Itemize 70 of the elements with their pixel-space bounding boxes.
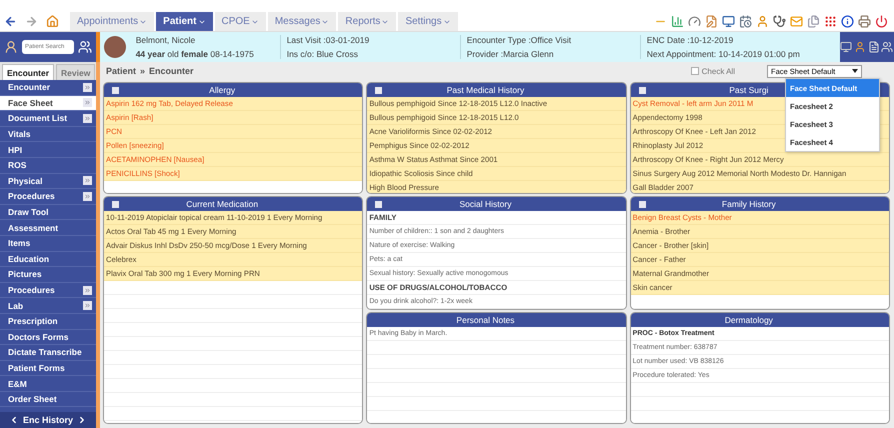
enc-history-bar[interactable]: Enc History <box>0 412 96 428</box>
panel-header: Past Medical History <box>367 83 626 97</box>
sidebar-item[interactable]: Encounter <box>0 80 96 96</box>
panel-header: Personal Notes <box>367 313 626 327</box>
check-all-checkbox[interactable] <box>690 67 699 75</box>
caret-icon <box>852 69 858 73</box>
patient-field: Ins c/o: Blue Cross <box>286 49 454 59</box>
patient-field: Encounter Type :Office Visit <box>466 35 634 45</box>
menu-item[interactable]: Appointments <box>70 12 154 31</box>
breadcrumb-separator: » <box>140 66 146 76</box>
panel-checkbox[interactable] <box>638 200 646 208</box>
expand-icon[interactable] <box>83 98 92 108</box>
monitor-icon[interactable] <box>722 15 735 28</box>
expand-icon[interactable] <box>83 286 92 295</box>
sidebar-item[interactable]: Document List <box>0 111 96 127</box>
stethoscope-icon[interactable] <box>773 15 786 28</box>
user-icon[interactable] <box>4 40 18 54</box>
user-icon[interactable] <box>854 41 866 53</box>
users-icon[interactable] <box>881 41 894 53</box>
documents-icon[interactable] <box>807 15 820 28</box>
patient-field: ENC Date :10-12-2019 <box>646 35 834 45</box>
panel-checkbox[interactable] <box>112 86 119 94</box>
panel-checkbox[interactable] <box>375 200 382 208</box>
sidebar-tab[interactable]: Encounter <box>2 64 54 80</box>
expand-icon[interactable] <box>83 114 92 123</box>
menu-item[interactable]: Settings <box>398 12 458 31</box>
panel-header: Social History <box>367 197 626 211</box>
sidebar-item[interactable]: Physical <box>0 174 96 190</box>
sidebar-item[interactable]: Lab <box>0 298 96 314</box>
document-icon[interactable] <box>868 41 880 53</box>
menu-item[interactable]: Messages <box>268 12 336 31</box>
panel-header: Family History <box>630 197 889 211</box>
breadcrumb-link[interactable]: Patient <box>106 66 136 76</box>
panel-checkbox[interactable] <box>375 86 382 94</box>
grid-dots-icon[interactable] <box>824 15 837 28</box>
bar-chart-icon[interactable] <box>671 15 684 28</box>
users-icon[interactable] <box>78 40 92 54</box>
back-arrow-icon[interactable] <box>4 15 17 28</box>
patient-field: Next Appointment: 10-14-2019 01:00 pm <box>646 49 834 59</box>
edit-document-icon[interactable] <box>705 15 718 28</box>
check-all-label: Check All <box>702 66 735 76</box>
menu-item[interactable]: Reports <box>338 12 396 31</box>
menu-item[interactable]: Patient <box>156 12 212 31</box>
patient-field: Last Visit :03-01-2019 <box>286 35 454 45</box>
sidebar-item[interactable]: Procedures <box>0 189 96 205</box>
user-icon[interactable] <box>756 15 769 28</box>
printer-icon[interactable] <box>858 15 871 28</box>
home-icon[interactable] <box>46 15 59 28</box>
expand-icon[interactable] <box>83 176 92 186</box>
menu-item[interactable]: CPOE <box>214 12 266 31</box>
avatar <box>104 36 126 58</box>
breadcrumb-current: Encounter <box>149 66 194 76</box>
panel-checkbox[interactable] <box>112 200 119 208</box>
panel-header: Dermatology <box>630 313 889 327</box>
patient-field: Provider :Marcia Glenn <box>466 49 634 59</box>
patient-summary: 44 year old female 08-14-1975 <box>136 49 255 59</box>
expand-icon[interactable] <box>83 82 92 92</box>
expand-icon[interactable] <box>83 192 92 201</box>
sidebar-item[interactable]: Face Sheet <box>0 96 96 112</box>
gauge-icon[interactable] <box>688 15 701 28</box>
chevron-right-icon[interactable] <box>77 415 87 425</box>
power-icon[interactable] <box>875 15 888 28</box>
patient-name: Belmont, Nicole <box>136 35 196 45</box>
calendar-icon[interactable] <box>739 15 752 28</box>
panel-header: Current Medication <box>104 197 362 211</box>
info-icon[interactable] <box>841 15 854 28</box>
expand-icon[interactable] <box>83 301 92 310</box>
panel-header: Allergy <box>104 83 362 97</box>
panel-checkbox[interactable] <box>638 86 646 94</box>
monitor-icon[interactable] <box>840 41 852 53</box>
